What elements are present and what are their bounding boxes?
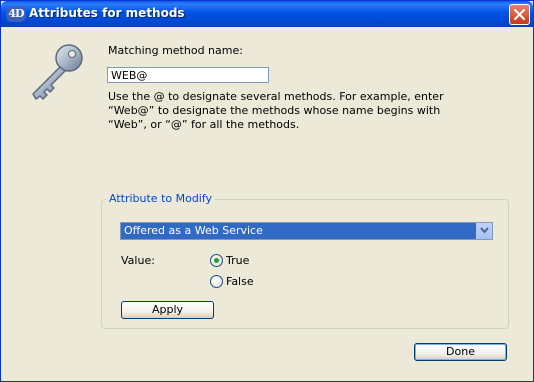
title-bar[interactable]: 4D Attributes for methods xyxy=(1,1,533,27)
radio-true[interactable] xyxy=(210,254,223,267)
method-name-input[interactable] xyxy=(107,67,269,83)
window-title: Attributes for methods xyxy=(29,6,185,20)
attribute-select-value: Offered as a Web Service xyxy=(124,224,263,237)
close-icon xyxy=(514,9,525,20)
apply-button[interactable]: Apply xyxy=(121,301,214,319)
value-label: Value: xyxy=(121,254,155,267)
dropdown-button[interactable] xyxy=(476,223,492,239)
radio-selected-dot xyxy=(214,258,219,263)
help-text: Use the @ to designate several methods. … xyxy=(108,90,444,131)
chevron-down-icon xyxy=(480,227,489,234)
app-logo-icon: 4D xyxy=(6,6,26,22)
radio-false-label[interactable]: False xyxy=(226,275,254,288)
radio-true-label[interactable]: True xyxy=(226,254,249,267)
attribute-group-legend: Attribute to Modify xyxy=(106,192,216,205)
matching-method-label: Matching method name: xyxy=(108,44,243,57)
key-icon xyxy=(32,44,83,100)
done-button[interactable]: Done xyxy=(414,343,507,361)
attribute-select[interactable]: Offered as a Web Service xyxy=(120,222,493,240)
close-button[interactable] xyxy=(509,4,530,25)
radio-false[interactable] xyxy=(210,275,223,288)
attributes-dialog: 4D Attributes for methods Matching metho… xyxy=(0,0,534,382)
